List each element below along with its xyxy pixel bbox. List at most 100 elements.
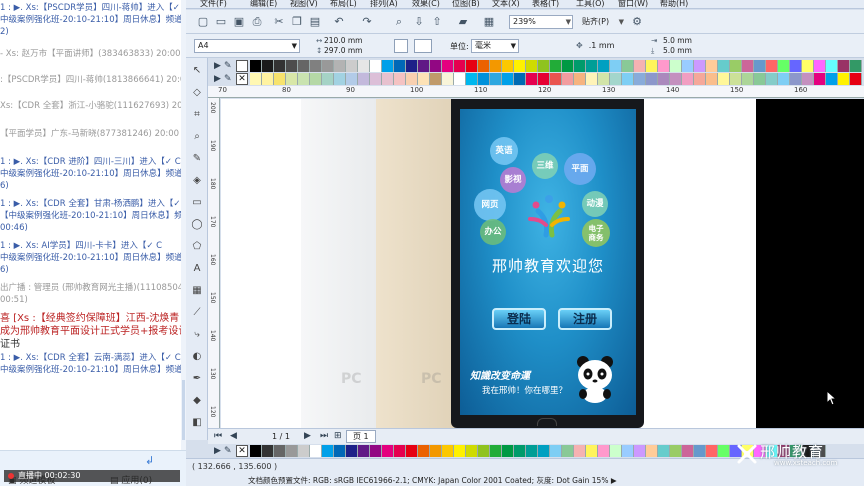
color-profile-info[interactable]: 文档颜色预置文件: RGB: sRGB IEC61966-2.1; CMYK: …	[248, 475, 617, 486]
no-color-swatch[interactable]: ✕	[236, 73, 248, 85]
color-swatch[interactable]	[454, 73, 466, 85]
undo-icon[interactable]: ↶	[332, 15, 346, 29]
color-swatch[interactable]	[418, 445, 430, 457]
table-tool-icon[interactable]: ▦	[190, 284, 204, 298]
color-swatch[interactable]	[646, 445, 658, 457]
color-swatch[interactable]	[286, 445, 298, 457]
color-swatch[interactable]	[754, 73, 766, 85]
color-swatch[interactable]	[346, 60, 358, 72]
blend-tool-icon[interactable]: ◐	[190, 350, 204, 364]
color-swatch[interactable]	[490, 73, 502, 85]
color-swatch[interactable]	[406, 73, 418, 85]
menu-text[interactable]: 文本(X)	[492, 0, 520, 9]
color-swatch[interactable]	[466, 445, 478, 457]
zoom-level-select[interactable]: 239% ▼	[509, 15, 573, 29]
crop-tool-icon[interactable]: ⌗	[190, 108, 204, 122]
register-button[interactable]: 注册	[558, 308, 612, 330]
color-swatch[interactable]	[826, 73, 838, 85]
redo-icon[interactable]: ↷	[360, 15, 374, 29]
prev-page-icon[interactable]: ◀	[230, 431, 237, 441]
color-swatch[interactable]	[262, 60, 274, 72]
color-swatch[interactable]	[430, 60, 442, 72]
app-launcher-icon[interactable]: ▦	[482, 15, 496, 29]
color-swatch[interactable]	[514, 73, 526, 85]
color-swatch[interactable]	[406, 60, 418, 72]
color-swatch[interactable]	[610, 73, 622, 85]
color-swatch[interactable]	[826, 60, 838, 72]
dimension-tool-icon[interactable]: ⟋	[190, 306, 204, 320]
color-swatch[interactable]	[310, 60, 322, 72]
color-swatch[interactable]	[742, 73, 754, 85]
color-swatch[interactable]	[502, 73, 514, 85]
connector-tool-icon[interactable]: ⤷	[190, 328, 204, 342]
color-swatch[interactable]	[274, 445, 286, 457]
color-swatch[interactable]	[370, 445, 382, 457]
color-swatch[interactable]	[370, 60, 382, 72]
duplicate-x-field[interactable]: ⇥ 5.0 mm	[651, 36, 692, 45]
color-swatch[interactable]	[286, 60, 298, 72]
color-swatch[interactable]	[814, 60, 826, 72]
color-swatch[interactable]	[766, 73, 778, 85]
menu-arrange[interactable]: 排列(A)	[370, 0, 398, 9]
color-swatch[interactable]	[718, 73, 730, 85]
color-swatch[interactable]	[550, 73, 562, 85]
menu-layout[interactable]: 布局(L)	[330, 0, 357, 9]
color-swatch[interactable]	[502, 60, 514, 72]
duplicate-y-field[interactable]: ⤓ 5.0 mm	[651, 46, 692, 56]
chat-scrollbar-thumb[interactable]	[182, 380, 185, 440]
color-swatch[interactable]	[646, 60, 658, 72]
color-swatch[interactable]	[574, 73, 586, 85]
drawing-canvas[interactable]: PC PC 英语 三维 平面 影视 网页 动漫 办公 电子商务 邢帅教育欢迎您 …	[221, 99, 864, 428]
color-swatch[interactable]	[634, 73, 646, 85]
last-page-icon[interactable]: ⏭	[320, 431, 328, 441]
cut-icon[interactable]: ✂	[272, 15, 286, 29]
color-swatch[interactable]	[502, 445, 514, 457]
color-swatch[interactable]	[478, 60, 490, 72]
color-swatch[interactable]	[598, 445, 610, 457]
color-swatch[interactable]	[706, 60, 718, 72]
color-swatch[interactable]	[442, 60, 454, 72]
color-swatch[interactable]	[622, 445, 634, 457]
color-swatch[interactable]	[682, 60, 694, 72]
menu-bitmaps[interactable]: 位图(B)	[452, 0, 480, 9]
color-swatch[interactable]	[454, 445, 466, 457]
fill-tool-icon[interactable]: ◧	[190, 416, 204, 430]
color-swatch[interactable]	[658, 60, 670, 72]
color-swatch[interactable]	[250, 73, 262, 85]
color-swatch[interactable]	[538, 445, 550, 457]
landscape-button[interactable]	[414, 39, 432, 53]
color-swatch[interactable]	[694, 60, 706, 72]
first-page-icon[interactable]: ⏮	[214, 431, 222, 441]
color-swatch[interactable]	[322, 73, 334, 85]
portrait-button[interactable]	[394, 39, 408, 53]
open-folder-icon[interactable]: ▭	[214, 15, 228, 29]
color-swatch[interactable]	[370, 73, 382, 85]
copy-icon[interactable]: ❐	[290, 15, 304, 29]
color-swatch[interactable]	[382, 445, 394, 457]
color-swatch[interactable]	[430, 73, 442, 85]
color-swatch[interactable]	[742, 60, 754, 72]
paste-icon[interactable]: ▤	[308, 15, 322, 29]
color-swatch[interactable]	[358, 445, 370, 457]
scroll-down-icon[interactable]: ↲	[145, 454, 154, 467]
menu-tools[interactable]: 工具(O)	[576, 0, 605, 9]
color-swatch[interactable]	[814, 73, 826, 85]
color-swatch[interactable]	[802, 60, 814, 72]
color-swatch[interactable]	[694, 445, 706, 457]
menu-edit[interactable]: 编辑(E)	[250, 0, 277, 9]
color-swatch[interactable]	[310, 445, 322, 457]
color-swatch[interactable]	[634, 60, 646, 72]
add-page-icon[interactable]: ⊞	[334, 431, 342, 441]
color-swatch[interactable]	[250, 445, 262, 457]
color-swatch[interactable]	[526, 60, 538, 72]
color-swatch[interactable]	[778, 73, 790, 85]
menu-help[interactable]: 帮助(H)	[660, 0, 688, 9]
color-swatch[interactable]	[274, 60, 286, 72]
color-swatch[interactable]	[490, 445, 502, 457]
color-swatch[interactable]	[586, 73, 598, 85]
page-size-select[interactable]: A4 ▼	[194, 39, 300, 53]
color-swatch[interactable]	[262, 445, 274, 457]
color-swatch[interactable]	[526, 445, 538, 457]
shape-tool-icon[interactable]: ◇	[190, 86, 204, 100]
palette-scroll-icon[interactable]: ▶	[214, 445, 221, 457]
